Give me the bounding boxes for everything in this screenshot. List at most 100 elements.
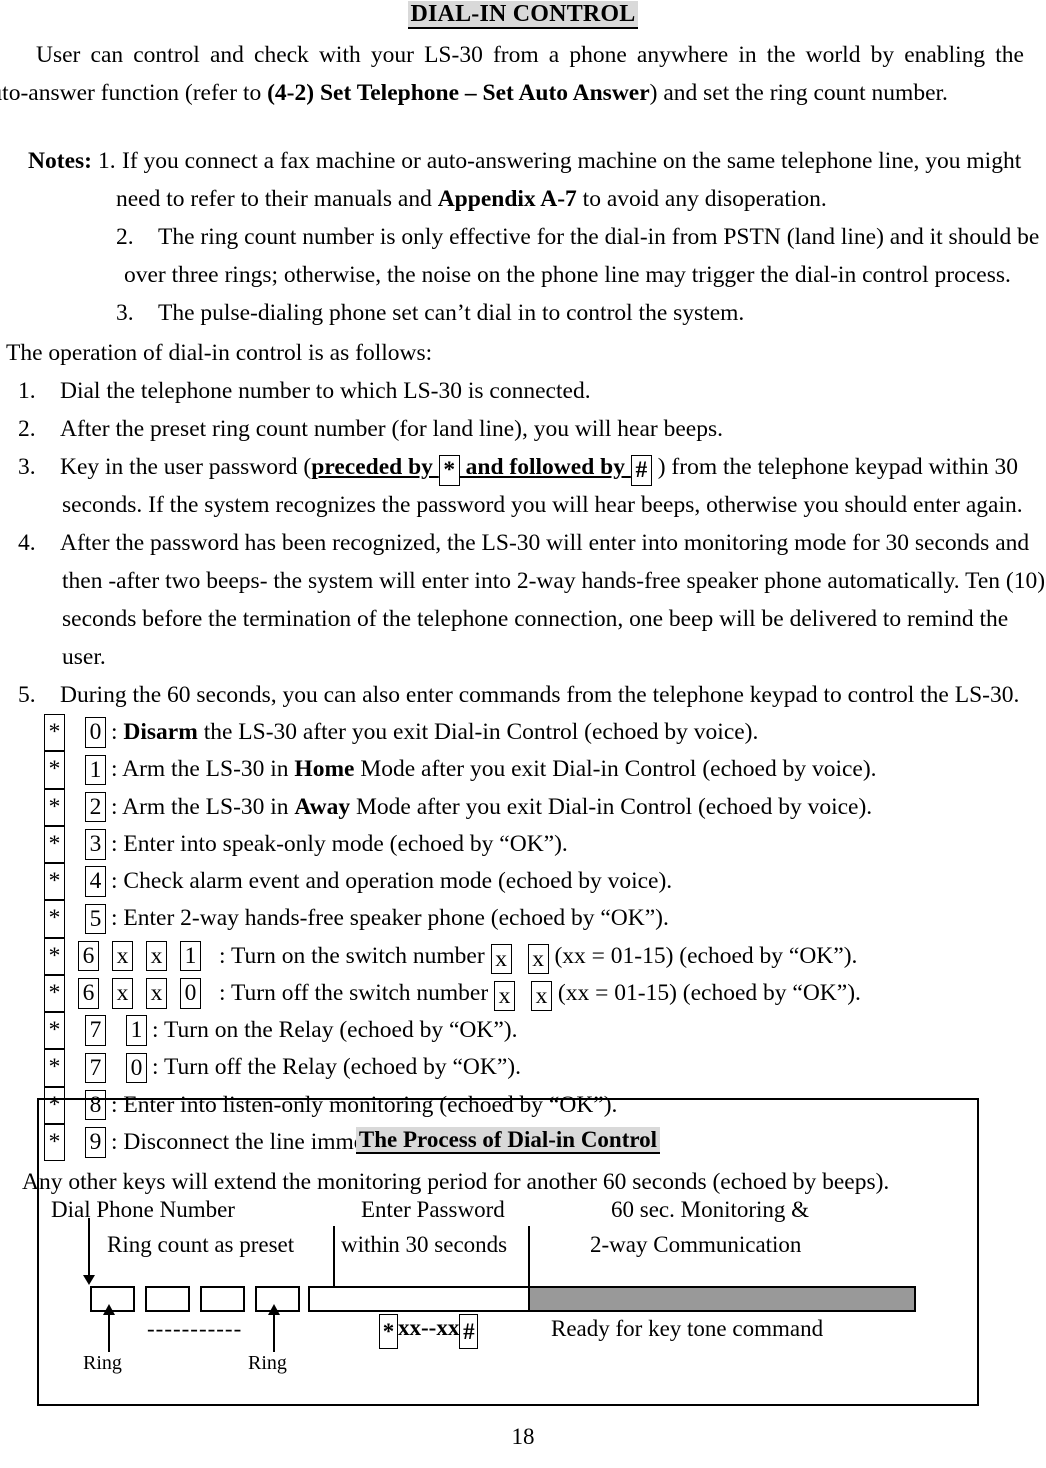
command-bold: Home [294, 756, 355, 783]
command-row-relay-on: * 7 1 : Turn on the Relay (echoed by “OK… [0, 1012, 1046, 1050]
command-keys: * 7 0 [44, 1049, 147, 1087]
ring-arrow-up-left-icon [103, 1304, 115, 1352]
command-text: : Arm the LS-30 in Home Mode after you e… [106, 751, 877, 787]
digit-key-icon: 7 [85, 1015, 106, 1046]
intro-line-2-a: auto-answer function (refer to [0, 80, 268, 106]
command-text: : Turn off the switch number xx (xx = 01… [214, 975, 861, 1012]
digit-key-icon: 1 [180, 940, 201, 972]
note-item: 3. The pulse-dialing phone set can’t dia… [0, 294, 1046, 332]
label-two-way-communication: 2-way Communication [590, 1232, 802, 1257]
step-number: 5. [18, 682, 36, 708]
intro-line-2-c: ) and set the ring count number. [649, 80, 948, 106]
digit-key-icon: 0 [85, 717, 106, 748]
page-title: DIAL-IN CONTROL [0, 0, 1046, 29]
command-row-arm-home: * 1 : Arm the LS-30 in Home Mode after y… [0, 751, 1046, 789]
document-page: DIAL-IN CONTROL User can control and che… [0, 0, 1046, 1468]
timeline-communication-bar [528, 1286, 916, 1312]
step-number: 1. [18, 378, 36, 404]
digit-key-icon: 6 [78, 978, 99, 1009]
intro-line-2: auto-answer function (refer to (4-2) Set… [0, 74, 1024, 112]
diagram-title: The Process of Dial-in Control [39, 1127, 977, 1154]
divider-password-start [333, 1226, 335, 1288]
notes-label-spacer [0, 218, 98, 256]
step-3-bold-b: and followed by [459, 454, 631, 480]
star-key-icon: * [44, 751, 65, 789]
notes-label: Notes: [28, 148, 92, 174]
command-keys: * 5 [44, 900, 106, 938]
note-continuation: over three rings; otherwise, the noise o… [124, 262, 1011, 288]
star-key-icon: * [44, 825, 65, 863]
star-key-icon: * [44, 974, 65, 1012]
star-key-icon: * [44, 714, 65, 752]
note-number: 1. [98, 148, 116, 174]
ring-ellipsis-dashes: ----------- [147, 1316, 243, 1341]
label-ready-for-key-tone: Ready for key tone command [551, 1316, 824, 1341]
step-3-prefix: Key in the user password ( [60, 454, 312, 480]
command-prefix: : [111, 719, 124, 745]
notes-label-spacer [0, 294, 98, 332]
intro-reference: (4-2) Set Telephone – Set Auto Answer [267, 80, 650, 106]
command-row-relay-off: * 7 0 : Turn off the Relay (echoed by “O… [0, 1049, 1046, 1087]
star-key-icon: * [44, 1012, 65, 1050]
x-key-icon: x [531, 980, 553, 1012]
digit-key-icon: 1 [85, 754, 106, 786]
step-5: 5. During the 60 seconds, you can also e… [0, 676, 1046, 714]
command-keys: * 1 [44, 751, 106, 789]
note-item: 2. The ring count number is only effecti… [0, 218, 1046, 256]
command-prefix: : Arm the LS-30 in [111, 756, 295, 783]
digit-key-icon: 7 [85, 1052, 106, 1084]
command-keys: * 0 [44, 714, 106, 752]
note-cont-bold: Appendix A-7 [437, 186, 577, 212]
timeline-ring-box-2 [145, 1286, 190, 1312]
digit-key-icon: 2 [85, 791, 106, 823]
step-number: 3. [18, 454, 36, 480]
command-keys: * 7 1 [44, 1012, 147, 1050]
command-text: : Enter 2-way hands-free speaker phone (… [111, 905, 669, 932]
note-text: The pulse-dialing phone set can’t dial i… [158, 300, 745, 326]
command-text: : Turn on the Relay (echoed by “OK”). [152, 1017, 518, 1043]
note-cont-c: to avoid any disoperation. [576, 186, 827, 212]
label-within-30-seconds: within 30 seconds [341, 1232, 508, 1257]
x-key-icon: x [494, 980, 516, 1012]
step-3-continuation: seconds. If the system recognizes the pa… [62, 492, 1023, 518]
note-number: 2. [116, 224, 134, 250]
command-list: * 0 : Disarm the LS-30 after you exit Di… [0, 714, 1046, 1161]
password-code-mid: xx--xx [398, 1315, 460, 1340]
intro-line-1: User can control and check with your LS-… [36, 42, 1024, 68]
command-row-switch-on: * 6 x x 1 : Turn on the switch number xx… [0, 937, 1046, 975]
intro-paragraph: User can control and check with your LS-… [0, 36, 1024, 112]
command-keys: * 3 [44, 825, 106, 863]
step-text: Key in the user password (preceded by * … [60, 448, 1046, 486]
step-4: 4. After the password has been recognize… [0, 524, 1046, 562]
command-text: : Arm the LS-30 in Away Mode after you e… [106, 789, 872, 825]
label-ring-right: Ring [248, 1352, 287, 1374]
command-text: : Turn on the switch number xx (xx = 01-… [214, 938, 857, 975]
page-title-text: DIAL-IN CONTROL [408, 1, 638, 29]
command-keys: * 6 x x 0 [44, 974, 214, 1012]
step-3-suffix: ) from the telephone keypad within 30 [651, 454, 1018, 480]
note-cont-a: need to refer to their manuals and [116, 186, 438, 212]
command-text: : Check alarm event and operation mode (… [111, 868, 673, 894]
command-keys: * 6 x x 1 [44, 937, 214, 975]
command-text: : Turn off the Relay (echoed by “OK”). [152, 1054, 521, 1081]
hash-key-icon: # [459, 1314, 479, 1350]
command-row-arm-away: * 2 : Arm the LS-30 in Away Mode after y… [0, 788, 1046, 826]
step-3-bold-segment: preceded by * and followed by # [311, 454, 652, 486]
command-bold: Away [294, 793, 351, 820]
step-text: Dial the telephone number to which LS-30… [60, 378, 591, 404]
switch-text-b: (xx = 01-15) (echoed by “OK”). [548, 942, 858, 969]
label-enter-password: Enter Password [361, 1197, 505, 1222]
x-key-icon: x [527, 943, 549, 975]
password-code-label: * xx--xx # [379, 1314, 479, 1350]
star-key-icon: * [44, 900, 65, 938]
command-text: : Enter into speak-only mode (echoed by … [111, 830, 568, 857]
star-key-icon: * [44, 1049, 65, 1087]
step-number: 2. [18, 416, 36, 442]
step-text: During the 60 seconds, you can also ente… [60, 682, 1020, 708]
digit-key-icon: 6 [78, 940, 99, 972]
switch-text-b: (xx = 01-15) (echoed by “OK”). [552, 979, 861, 1006]
timeline-ring-box-3 [200, 1286, 245, 1312]
digit-key-icon: 0 [180, 978, 201, 1009]
switch-text-a: : Turn on the switch number [219, 942, 491, 969]
star-key-icon: * [44, 788, 65, 826]
